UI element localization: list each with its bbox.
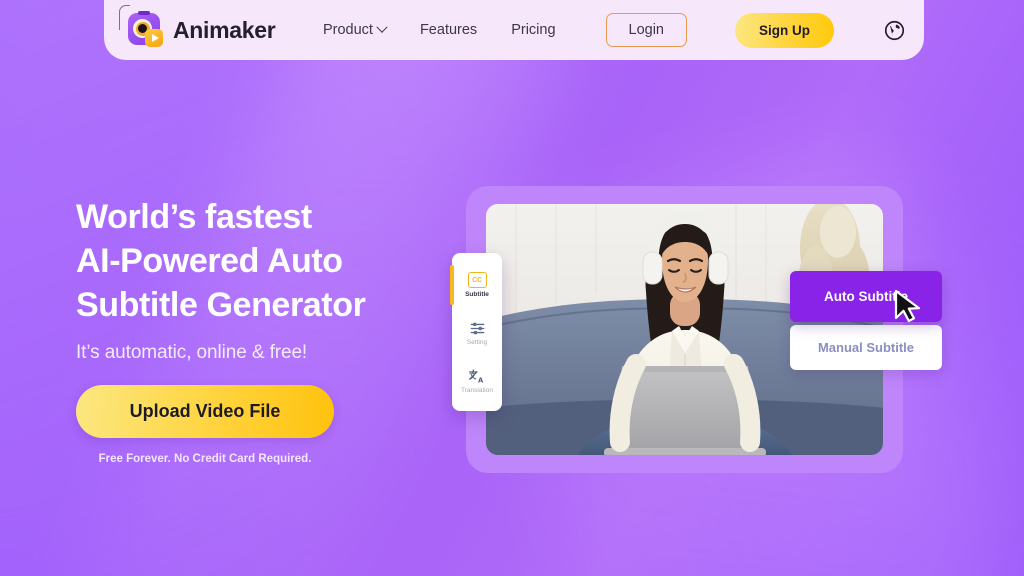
tool-item-setting[interactable]: Setting [452,309,502,357]
cc-icon: CC [467,272,487,288]
nav-item-product[interactable]: Product [322,21,388,38]
upload-video-file-button[interactable]: Upload Video File [76,384,334,438]
nav-item-product-label: Product [322,22,373,38]
page-title: World’s fastest AI-Powered Auto Subtitle… [76,196,446,328]
tool-item-subtitle[interactable]: CC Subtitle [450,261,502,309]
hero-copy: World’s fastest AI-Powered Auto Subtitle… [76,196,446,465]
translate-icon: 文 A [468,369,484,384]
nav-item-features-label: Features [419,22,478,38]
signup-button[interactable]: Sign Up [735,12,834,48]
tool-item-translation-label: Translation [461,386,493,394]
headline-line-3: Subtitle Generator [76,285,366,324]
brand-logo-link[interactable]: Animaker [119,5,276,49]
tool-item-translation[interactable]: 文 A Translation [452,357,502,405]
site-header: Animaker Product Features Pricing Login … [104,0,924,60]
editor-tool-panel: CC Subtitle Setting 文 A [450,253,502,411]
manual-subtitle-button[interactable]: Manual Subtitle [790,325,942,370]
chevron-down-icon [376,21,388,33]
nav-item-features[interactable]: Features [420,22,477,38]
globe-icon[interactable] [882,18,906,42]
hero-disclaimer: Free Forever. No Credit Card Required. [98,452,312,465]
sliders-icon [470,322,484,334]
headline-line-1: World’s fastest [76,198,312,236]
headline-line-2: AI-Powered Auto [76,241,343,280]
primary-nav: Product Features Pricing Login Sign Up [322,12,906,48]
login-button[interactable]: Login [605,13,687,47]
svg-text:A: A [478,376,484,383]
nav-item-pricing-label: Pricing [511,22,556,38]
hero-subheadline: It’s automatic, online & free! [76,341,308,363]
nav-item-pricing[interactable]: Pricing [511,22,555,38]
brand-name: Animaker [173,16,276,43]
auto-subtitle-button[interactable]: Auto Subtitle [790,271,942,322]
tool-item-subtitle-label: Subtitle [465,291,489,298]
page-root: Animaker Product Features Pricing Login … [0,0,1024,576]
animaker-camera-play-logo-icon [119,5,164,49]
tool-item-setting-label: Setting [466,338,488,346]
